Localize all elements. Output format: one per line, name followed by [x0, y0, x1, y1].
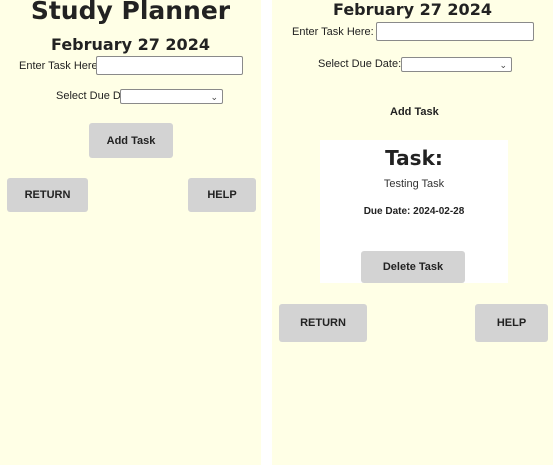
task-name: Testing Task [383, 178, 445, 190]
help-button[interactable]: HELP [188, 178, 256, 212]
current-date: February 27 2024 [51, 35, 210, 54]
return-button[interactable]: RETURN [279, 304, 367, 342]
right-screen: February 27 2024 Enter Task Here: Select… [272, 0, 553, 465]
task-due-date: Due Date: 2024-02-28 [363, 206, 465, 217]
current-date: February 27 2024 [333, 0, 492, 19]
return-button[interactable]: RETURN [7, 178, 88, 212]
task-input[interactable] [96, 56, 243, 75]
add-task-button[interactable]: Add Task [390, 106, 439, 118]
due-date-select[interactable]: ⌄ [120, 89, 223, 104]
due-date-select[interactable]: ⌄ [401, 57, 512, 72]
add-task-button[interactable]: Add Task [89, 123, 173, 158]
delete-task-button[interactable]: Delete Task [361, 251, 465, 283]
task-label: Enter Task Here: [19, 60, 101, 72]
chevron-down-icon: ⌄ [210, 92, 218, 102]
help-button[interactable]: HELP [475, 304, 548, 342]
task-card-heading: Task: [385, 146, 443, 170]
task-label: Enter Task Here: [292, 26, 374, 38]
left-screen: Study Planner February 27 2024 Enter Tas… [0, 0, 261, 465]
chevron-down-icon: ⌄ [499, 60, 507, 70]
task-input[interactable] [376, 22, 534, 41]
due-date-label: Select Due Date: [318, 58, 402, 70]
app-title: Study Planner [30, 0, 231, 25]
task-card: Task: Testing Task Due Date: 2024-02-28 … [320, 140, 508, 283]
